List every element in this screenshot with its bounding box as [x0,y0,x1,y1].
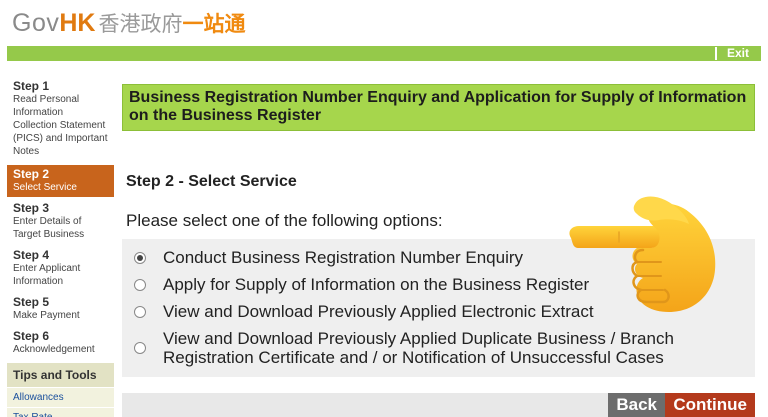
continue-button[interactable]: Continue [665,393,755,417]
radio-button-selected[interactable] [134,251,146,264]
tips-and-tools-heading: Tips and Tools [7,363,114,387]
logo-chinese-text: 香港政府 [98,12,183,36]
page-title: Business Registration Number Enquiry and… [122,84,755,131]
step-description: Select Service [13,182,77,193]
logo-gov-text: Gov [12,9,60,37]
sidebar-step-5: Step 5 Make Payment [7,293,114,325]
sidebar-step-3: Step 3 Enter Details of Target Business [7,199,114,244]
back-button[interactable]: Back [608,393,665,417]
step-title: Step 6 [13,329,50,343]
radio-button[interactable] [134,278,146,291]
sidebar-step-4: Step 4 Enter Applicant Information [7,246,114,291]
step-title: Step 1 [13,79,50,93]
step-description: Enter Applicant Information [13,263,81,287]
step-description: Enter Details of Target Business [13,216,85,240]
section-title: Step 2 - Select Service [126,173,297,190]
step-title: Step 2 [13,167,50,181]
radio-button[interactable] [134,305,146,318]
step-title: Step 5 [13,295,50,309]
option-label: View and Download Previously Applied Ele… [163,302,594,321]
step-description: Acknowledgement [13,344,95,355]
tips-link-tax-rate[interactable]: Tax Rate [7,407,114,417]
exit-button[interactable]: Exit [714,47,759,60]
action-bar: Back Continue [122,393,755,417]
sidebar-step-1: Step 1 Read Personal Information Collect… [7,77,114,161]
sidebar-step-6: Step 6 Acknowledgement [7,327,114,359]
option-label: View and Download Previously Applied Dup… [163,329,674,367]
step-description: Read Personal Information Collection Sta… [13,94,108,157]
step-description: Make Payment [13,310,80,321]
pointing-hand-emoji-icon [569,196,716,312]
option-label: Conduct Business Registration Number Enq… [163,248,524,267]
option-label: Apply for Supply of Information on the B… [163,275,590,294]
tips-link-allowances[interactable]: Allowances [7,387,114,407]
logo-chinese-onestop-text: 一站通 [182,12,246,36]
option-view-duplicate-certificate[interactable]: View and Download Previously Applied Dup… [122,325,755,371]
sidebar-step-2-active: Step 2 Select Service [7,165,114,197]
radio-button[interactable] [134,342,146,354]
steps-sidebar: Step 1 Read Personal Information Collect… [7,77,114,417]
step-title: Step 3 [13,201,50,215]
govhk-logo[interactable]: Gov HK 香港政府 一站通 [12,8,245,40]
header: Gov HK 香港政府 一站通 [0,0,768,46]
top-green-bar: Exit [7,46,761,61]
logo-hk-text: HK [59,9,96,37]
step-title: Step 4 [13,248,50,262]
